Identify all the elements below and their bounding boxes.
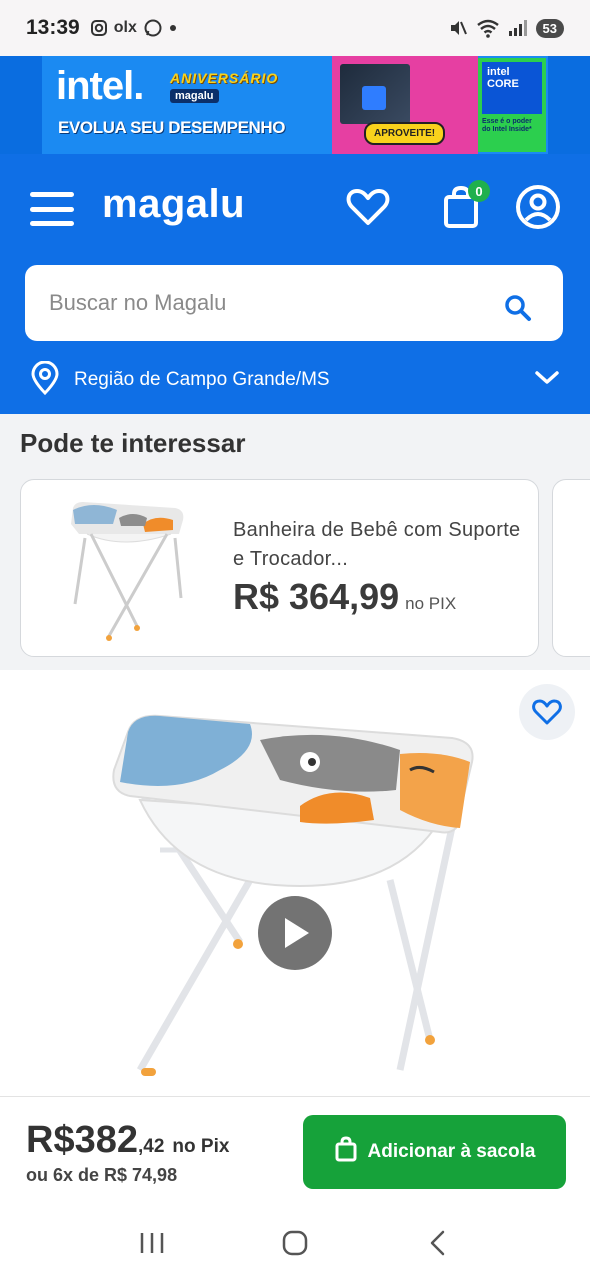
magalu-logo[interactable]: magalu <box>102 182 245 227</box>
price-note: no Pix <box>172 1136 230 1157</box>
status-bar: 13:39 olx 53 <box>0 0 590 56</box>
installments-text: ou 6x de R$ 74,98 <box>26 1165 178 1185</box>
ad-anniversary-text: ANIVERSÁRIO <box>170 70 279 86</box>
ad-cta-button[interactable]: APROVEITE! <box>364 122 446 145</box>
dot-icon <box>169 24 177 32</box>
recommendation-title: Banheira de Bebê com Suporte e Trocador.… <box>233 519 521 570</box>
ad-core-subtext: Esse é o poder do Intel Inside* <box>482 118 532 133</box>
ad-magalu-tag: magalu <box>170 89 219 103</box>
battery-indicator: 53 <box>535 18 564 38</box>
price-integer: R$382 <box>26 1119 138 1161</box>
bag-icon <box>334 1136 358 1168</box>
olx-icon: olx <box>113 19 137 36</box>
section-title: Pode te interessar <box>20 428 246 458</box>
location-pin-icon <box>30 360 60 400</box>
system-nav-bar <box>0 1206 590 1280</box>
buy-bar: R$382 ,42 no Pix ou 6x de R$ 74,98 Adici… <box>0 1096 590 1206</box>
ad-intel-core-badge: intel CORE Esse é o poder do Intel Insid… <box>478 58 546 152</box>
shopping-bag-icon[interactable]: 0 <box>438 180 490 230</box>
status-system-icons: 53 <box>448 18 564 38</box>
price-cents: ,42 <box>137 1136 165 1157</box>
recent-apps-icon[interactable] <box>132 1223 172 1263</box>
instagram-icon <box>90 19 108 37</box>
recommendation-card-next[interactable] <box>552 479 590 657</box>
add-to-bag-button[interactable]: Adicionar à sacola <box>303 1115 566 1189</box>
status-time: 13:39 <box>26 16 80 39</box>
favorites-heart-icon[interactable] <box>345 184 391 230</box>
intel-core-logo: intel CORE <box>482 62 542 114</box>
menu-icon[interactable] <box>30 192 74 226</box>
recommendation-price: R$ 364,99 <box>233 576 400 617</box>
favorite-heart-icon[interactable] <box>519 684 575 740</box>
region-label: Região de Campo Grande/MS <box>74 369 330 390</box>
laptop-icon <box>340 64 410 124</box>
product-price: R$382 ,42 no Pix <box>26 1119 229 1162</box>
page: 13:39 olx 53 intel. ANIVERSÁRIO magalu E… <box>0 0 590 1280</box>
core-line2: CORE <box>487 78 519 90</box>
home-icon[interactable] <box>275 1223 315 1263</box>
wifi-icon <box>476 18 500 38</box>
chevron-down-icon <box>534 369 560 392</box>
back-icon[interactable] <box>418 1223 458 1263</box>
account-icon[interactable] <box>515 184 561 230</box>
region-selector[interactable]: Região de Campo Grande/MS <box>30 360 560 400</box>
ad-intel-logo: intel. <box>56 64 144 108</box>
status-notification-icons: olx <box>90 18 177 38</box>
header: magalu 0 Região de Campo Grande/MS <box>0 154 590 414</box>
ad-banner-content: intel. ANIVERSÁRIO magalu EVOLUA SEU DES… <box>42 56 548 154</box>
recommendation-card[interactable]: Banheira de Bebê com Suporte e Trocador.… <box>20 479 539 657</box>
add-to-bag-label: Adicionar à sacola <box>367 1141 536 1162</box>
search-icon[interactable] <box>503 293 533 323</box>
recommendation-price-row: R$ 364,99 no PIX <box>233 576 456 618</box>
product-gallery[interactable] <box>0 670 590 1096</box>
product-thumbnail <box>63 494 193 642</box>
ad-tagline: EVOLUA SEU DESEMPENHO <box>58 118 286 137</box>
ad-banner[interactable]: intel. ANIVERSÁRIO magalu EVOLUA SEU DES… <box>0 56 590 154</box>
search-input[interactable] <box>49 265 489 341</box>
core-line1: intel <box>487 66 510 78</box>
recommendation-price-note: no PIX <box>405 594 457 613</box>
mute-icon <box>448 18 468 38</box>
whatsapp-icon <box>143 18 163 38</box>
play-video-button[interactable] <box>258 896 332 970</box>
search-box <box>25 265 563 341</box>
bag-count-badge: 0 <box>468 180 490 202</box>
signal-icon <box>508 19 528 37</box>
